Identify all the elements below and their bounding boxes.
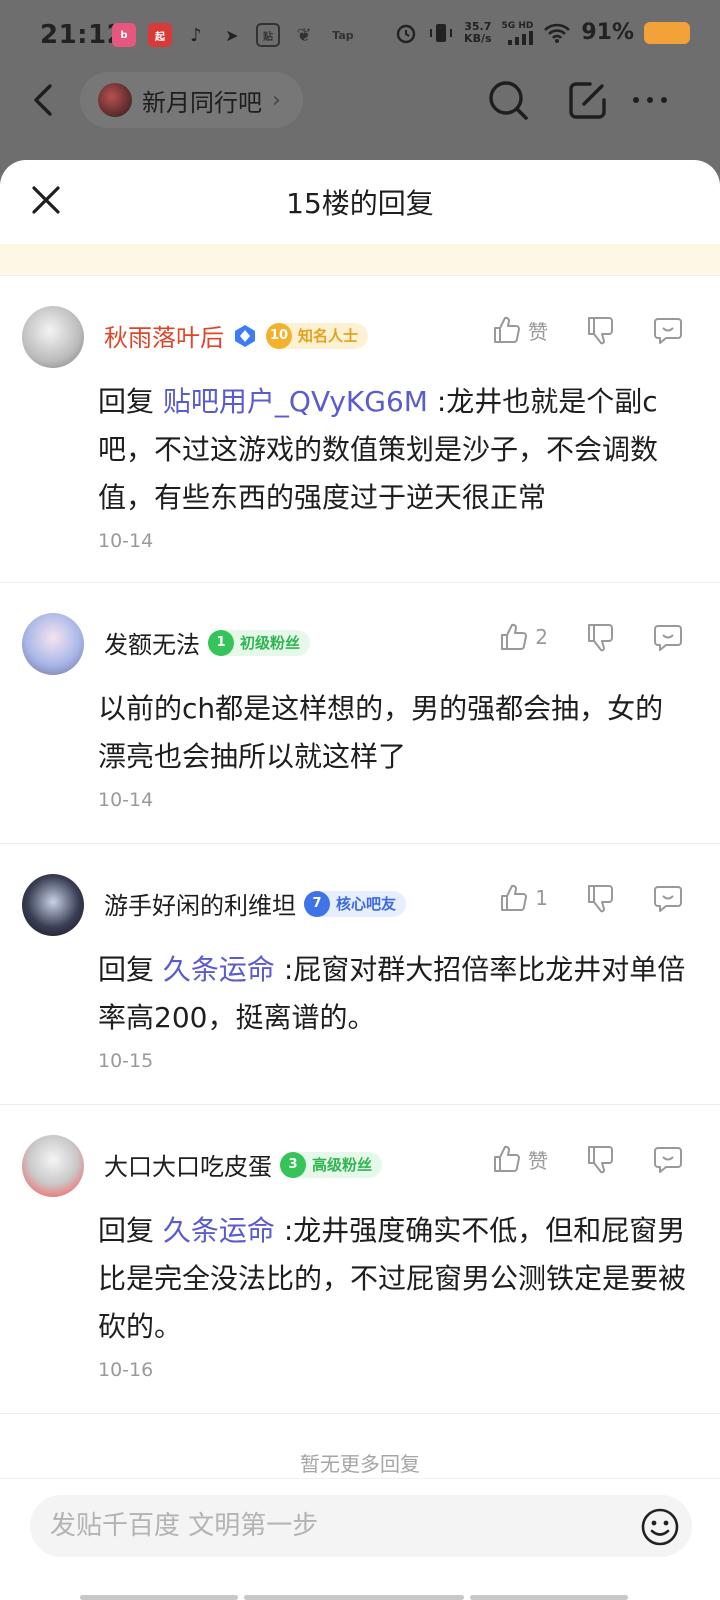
signal-icon: 5G HD bbox=[502, 21, 534, 45]
dislike-button[interactable] bbox=[584, 314, 616, 346]
taptap-icon: Tap bbox=[332, 28, 354, 42]
reply-input[interactable] bbox=[50, 1495, 610, 1557]
notice-strip bbox=[0, 244, 720, 276]
dislike-button[interactable] bbox=[584, 1143, 616, 1175]
comment-icon bbox=[654, 318, 682, 344]
dislike-button[interactable] bbox=[584, 621, 616, 653]
mention-link[interactable]: 久条运命 bbox=[163, 953, 275, 986]
status-right: 35.7 KB/s 5G HD 91% bbox=[394, 20, 690, 45]
forum-entry-button[interactable]: 新月同行吧 › bbox=[80, 72, 303, 128]
forum-name: 新月同行吧 bbox=[142, 88, 262, 117]
reply-item: 发额无法 1 初级粉丝 2 以前的ch都是这样想的，男的强都会抽，女的漂亮也会抽所… bbox=[0, 583, 720, 844]
reply-actions: 1 bbox=[461, 882, 684, 914]
status-bar: 21:12 b 起 ♪ ➤ 贴 ❦ Tap 35.7 KB/s 5G HD 91% bbox=[0, 0, 720, 78]
dislike-button[interactable] bbox=[584, 882, 616, 914]
reply-date: 10-14 bbox=[98, 789, 154, 811]
like-button[interactable]: 1 bbox=[497, 882, 548, 914]
reply-text: 回复 久条运命 :龙井强度确实不低，但和屁窗男比是完全没法比的，不过屁窗男公测铁… bbox=[98, 1214, 687, 1343]
bird-icon: ➤ bbox=[225, 25, 239, 45]
reply-sheet: 15楼的回复 秋雨落叶后 10 知名人士 赞 回复 贴吧用户_QVyKG6M:… bbox=[0, 160, 720, 1600]
reply-actions: 2 bbox=[461, 621, 684, 653]
reply-item: 秋雨落叶后 10 知名人士 赞 回复 贴吧用户_QVyKG6M :龙井也就是个副c… bbox=[0, 276, 720, 583]
vibrate-icon bbox=[430, 23, 453, 42]
username[interactable]: 大口大口吃皮蛋 3 高级粉丝 bbox=[104, 1147, 383, 1182]
nav-handle bbox=[80, 1595, 238, 1600]
comment-button[interactable] bbox=[652, 621, 684, 653]
chevron-right-icon: › bbox=[272, 87, 281, 113]
leaf-icon: ❦ bbox=[296, 24, 312, 46]
qidian-icon: 起 bbox=[148, 23, 172, 47]
baidu-icon: 贴 bbox=[256, 23, 280, 47]
avatar[interactable] bbox=[22, 874, 84, 936]
reply-text: 回复 贴吧用户_QVyKG6M :龙井也就是个副c吧，不过这游戏的数值策划是沙子… bbox=[98, 385, 659, 514]
thumb-down-icon bbox=[588, 885, 613, 913]
like-button[interactable]: 赞 bbox=[490, 1143, 548, 1175]
reply-date: 10-14 bbox=[98, 530, 154, 552]
thumb-down-icon bbox=[588, 1146, 613, 1174]
comment-button[interactable] bbox=[652, 882, 684, 914]
reply-item: 游手好闲的利维坦 7 核心吧友 1 回复 久条运命 :屁窗对群大招倍率比龙井对单倍… bbox=[0, 844, 720, 1105]
reply-item: 大口大口吃皮蛋 3 高级粉丝 赞 回复 久条运命 :龙井强度确实不低，但和屁窗男比… bbox=[0, 1105, 720, 1414]
notification-icons: b 起 ♪ ➤ 贴 ❦ Tap bbox=[112, 22, 358, 48]
reply-text: 回复 久条运命 :屁窗对群大招倍率比龙井对单倍率高200，挺离谱的。 bbox=[98, 953, 686, 1034]
mention-link[interactable]: 久条运命 bbox=[163, 1214, 275, 1247]
nav-handle bbox=[244, 1595, 464, 1600]
nav-handle bbox=[470, 1595, 628, 1600]
battery-icon bbox=[644, 21, 690, 44]
comment-icon bbox=[654, 625, 682, 651]
page-header: 新月同行吧 › bbox=[0, 70, 720, 160]
comment-icon bbox=[654, 886, 682, 912]
comment-button[interactable] bbox=[652, 1143, 684, 1175]
emoji-icon[interactable] bbox=[640, 1507, 680, 1547]
avatar[interactable] bbox=[22, 306, 84, 368]
edit-post-icon[interactable] bbox=[566, 78, 610, 122]
like-button[interactable]: 赞 bbox=[490, 314, 548, 346]
reply-input-bar bbox=[0, 1478, 720, 1600]
reply-actions: 赞 bbox=[454, 1143, 684, 1175]
thumb-up-icon bbox=[494, 1145, 520, 1172]
thumb-up-icon bbox=[501, 623, 528, 650]
reply-text: 以前的ch都是这样想的，男的强都会抽，女的漂亮也会抽所以就这样了 bbox=[98, 692, 664, 773]
more-icon[interactable] bbox=[628, 78, 672, 122]
back-arrow-icon[interactable] bbox=[28, 82, 64, 118]
battery-percent: 91% bbox=[581, 20, 634, 45]
username[interactable]: 秋雨落叶后 10 知名人士 bbox=[104, 318, 369, 353]
level-badge: 1 初级粉丝 bbox=[208, 629, 311, 656]
like-button[interactable]: 2 bbox=[497, 621, 548, 653]
wifi-icon bbox=[544, 23, 571, 43]
bilibili-icon: b bbox=[112, 23, 136, 47]
comment-icon bbox=[654, 1147, 682, 1173]
username[interactable]: 游手好闲的利维坦 7 核心吧友 bbox=[104, 886, 407, 921]
sheet-header: 15楼的回复 bbox=[0, 160, 720, 244]
screen: 21:12 b 起 ♪ ➤ 贴 ❦ Tap 35.7 KB/s 5G HD 91% bbox=[0, 0, 720, 1600]
forum-avatar bbox=[98, 83, 132, 117]
avatar[interactable] bbox=[22, 613, 84, 675]
vip-diamond-icon bbox=[235, 324, 255, 347]
level-badge: 7 核心吧友 bbox=[304, 890, 407, 917]
no-more-replies: 暂无更多回复 bbox=[300, 1452, 420, 1476]
username[interactable]: 发额无法 1 初级粉丝 bbox=[104, 625, 311, 660]
reply-date: 10-16 bbox=[98, 1359, 154, 1381]
level-badge: 3 高级粉丝 bbox=[280, 1151, 383, 1178]
reply-input-box bbox=[30, 1495, 692, 1557]
alarm-icon bbox=[396, 24, 416, 43]
reply-actions: 赞 bbox=[454, 314, 684, 346]
thumb-down-icon bbox=[588, 317, 613, 345]
reply-date: 10-15 bbox=[98, 1050, 154, 1072]
avatar[interactable] bbox=[22, 1135, 84, 1197]
net-speed: 35.7 KB/s bbox=[464, 19, 492, 45]
mention-link[interactable]: 贴吧用户_QVyKG6M bbox=[163, 385, 428, 418]
tiktok-icon: ♪ bbox=[190, 24, 202, 46]
comment-button[interactable] bbox=[652, 314, 684, 346]
sheet-title: 15楼的回复 bbox=[286, 187, 434, 220]
thumb-up-icon bbox=[494, 316, 520, 343]
level-badge: 10 知名人士 bbox=[266, 322, 369, 349]
thumb-down-icon bbox=[588, 624, 613, 652]
search-icon[interactable] bbox=[486, 78, 530, 122]
thumb-up-icon bbox=[501, 884, 528, 911]
